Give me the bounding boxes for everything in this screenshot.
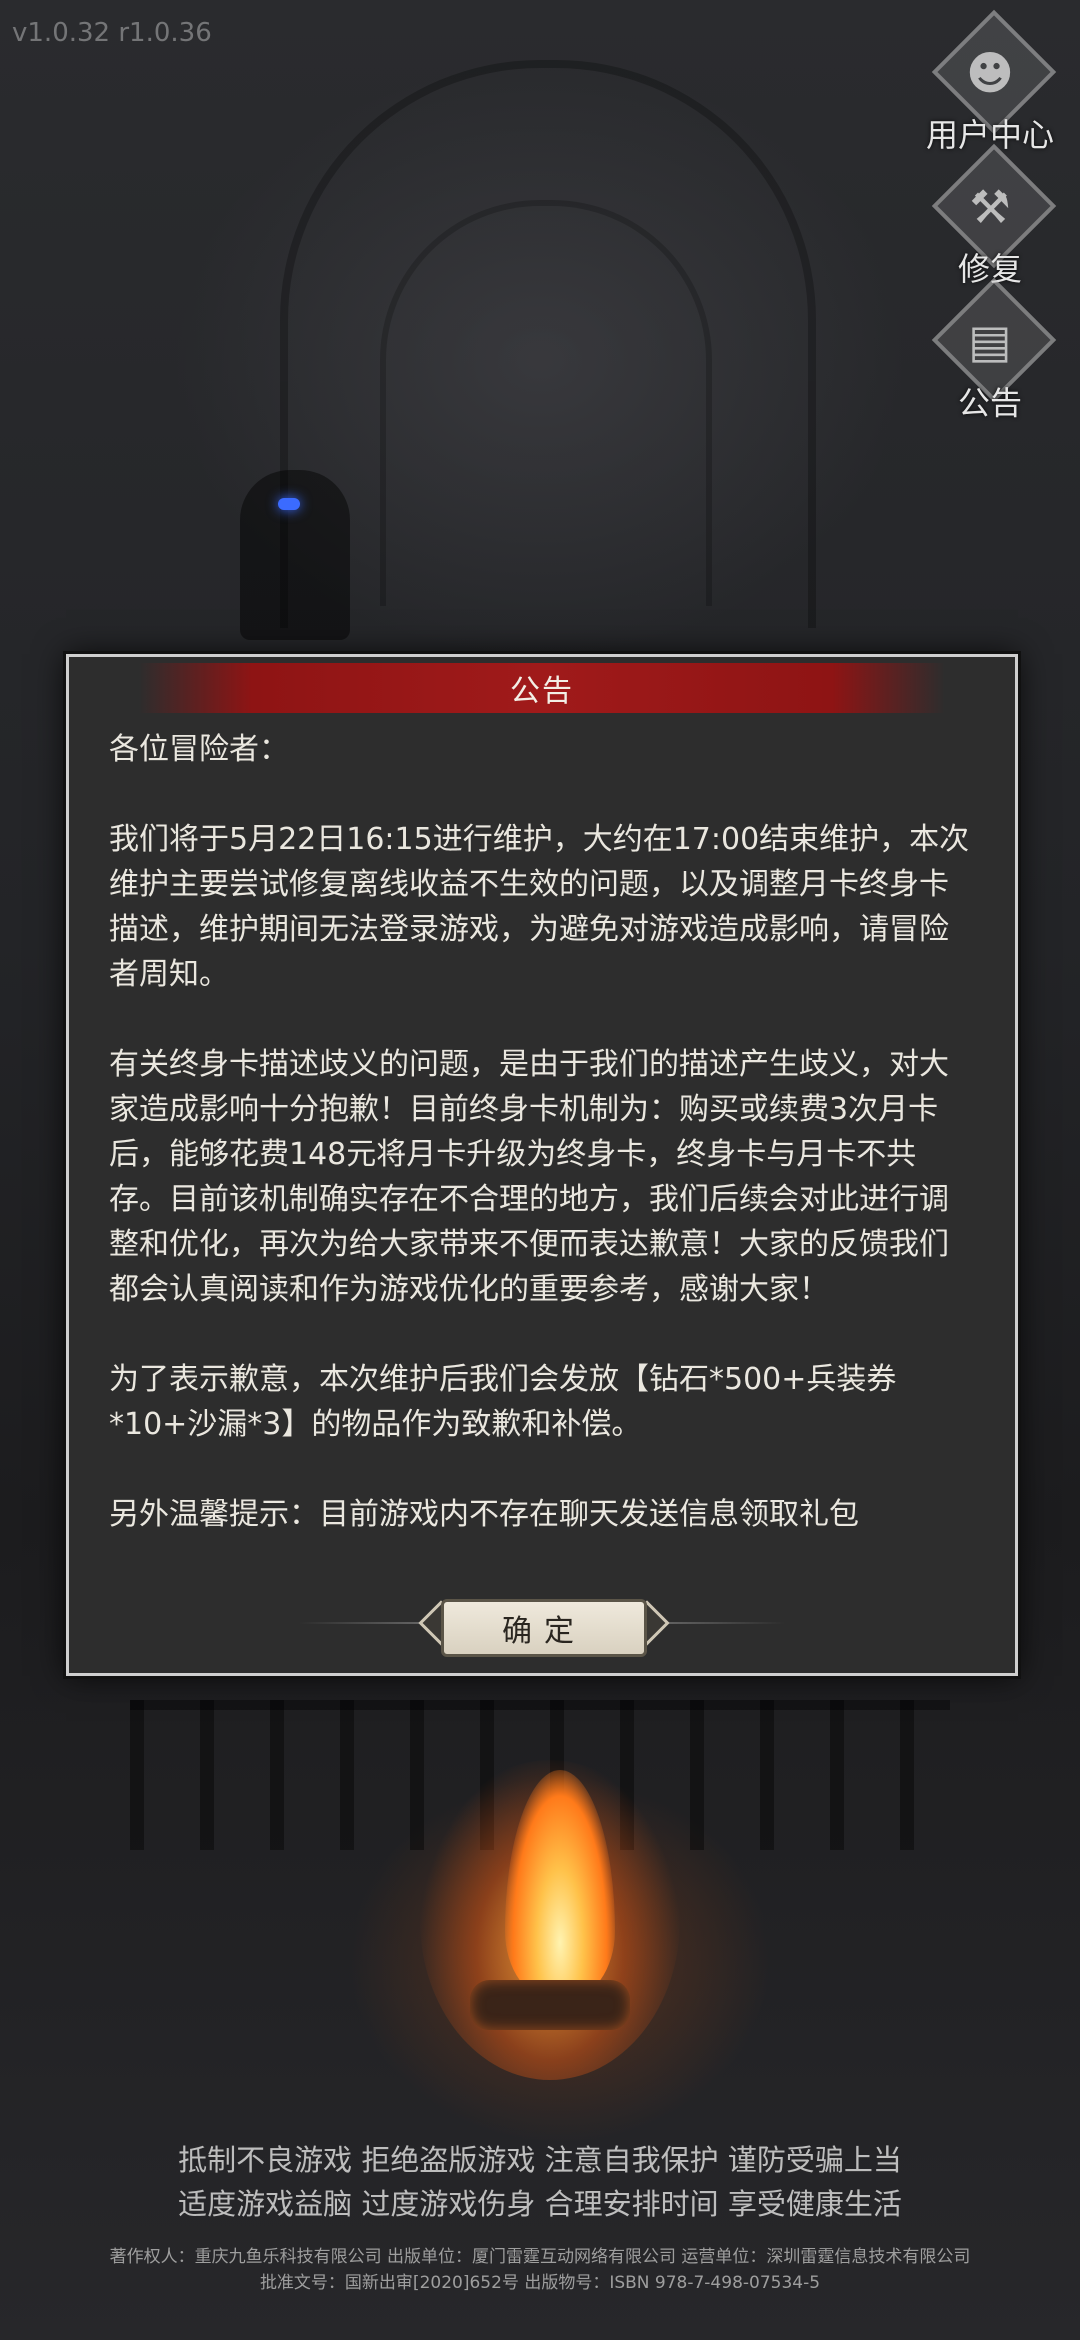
- campfire-logs: [470, 1980, 630, 2030]
- notice-label: 公告: [957, 384, 1022, 422]
- knight-glowing-eye: [278, 498, 300, 510]
- copyright-line: 著作权人：重庆九鱼乐科技有限公司 出版单位：厦门雷霆互动网络有限公司 运营单位：…: [109, 2247, 971, 2267]
- scroll-fade: [109, 1557, 975, 1587]
- announcement-paragraph: 另外温馨提示：目前游戏内不存在聊天发送信息领取礼包: [109, 1497, 859, 1532]
- dialog-title-bar: 公告: [139, 663, 945, 713]
- notice-board-icon: ▤: [968, 314, 1012, 368]
- copyright-info: 著作权人：重庆九鱼乐科技有限公司 出版单位：厦门雷霆互动网络有限公司 运营单位：…: [0, 2244, 1080, 2296]
- background-inner-archway: [380, 200, 712, 606]
- announcement-paragraph: 有关终身卡描述歧义的问题，是由于我们的描述产生歧义，对大家造成影响十分抱歉！目前…: [109, 1047, 949, 1307]
- announcement-paragraph: 为了表示歉意，本次维护后我们会发放【钻石*500+兵装券*10+沙漏*3】的物品…: [109, 1362, 897, 1442]
- dialog-title: 公告: [510, 674, 574, 709]
- user-avatar-icon: ☻: [966, 46, 1014, 100]
- copyright-line: 批准文号：国新出审[2020]652号 出版物号：ISBN 978-7-498-…: [259, 2273, 821, 2293]
- announcement-paragraph: 我们将于5月22日16:15进行维护，大约在17:00结束维护，本次维护主要尝试…: [109, 822, 970, 992]
- notice-button[interactable]: ▤ 公告: [920, 277, 1060, 422]
- health-notice-line: 抵制不良游戏 拒绝盗版游戏 注意自我保护 谨防受骗上当: [178, 2143, 902, 2177]
- announcement-dialog: 公告 各位冒险者： 我们将于5月22日16:15进行维护，大约在17:00结束维…: [66, 654, 1018, 1676]
- health-notice-line: 适度游戏益脑 过度游戏伤身 合理安排时间 享受健康生活: [178, 2187, 902, 2221]
- wrench-hammer-icon: ⚒: [969, 180, 1011, 234]
- repair-button[interactable]: ⚒ 修复: [920, 143, 1060, 288]
- announcement-greeting: 各位冒险者：: [109, 732, 289, 767]
- announcement-body[interactable]: 各位冒险者： 我们将于5月22日16:15进行维护，大约在17:00结束维护，本…: [109, 727, 975, 1587]
- health-gaming-notice: 抵制不良游戏 拒绝盗版游戏 注意自我保护 谨防受骗上当 适度游戏益脑 过度游戏伤…: [0, 2138, 1080, 2226]
- user-center-label: 用户中心: [925, 116, 1054, 154]
- repair-label: 修复: [957, 250, 1022, 288]
- user-center-button[interactable]: ☻ 用户中心: [920, 9, 1060, 154]
- confirm-button[interactable]: 确定: [441, 1599, 647, 1657]
- background-knight-silhouette: [240, 470, 350, 640]
- version-label: v1.0.32 r1.0.36: [12, 18, 212, 48]
